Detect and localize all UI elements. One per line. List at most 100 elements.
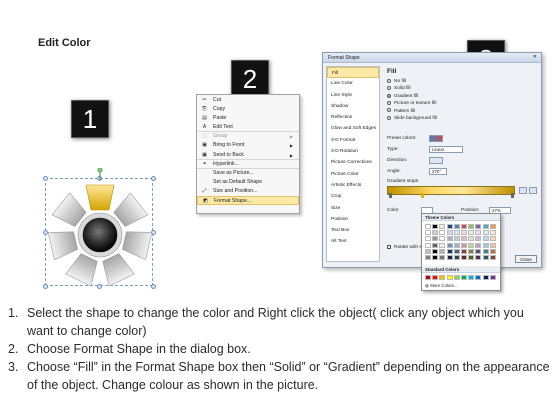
menu-item-bring-to-front[interactable]: ▣ Bring to Front ▶	[197, 141, 299, 150]
theme-color-swatch[interactable]	[453, 230, 460, 236]
category-reflection[interactable]: Reflection	[327, 112, 379, 123]
fan-shape[interactable]	[42, 168, 158, 288]
theme-color-swatch[interactable]	[432, 230, 439, 236]
theme-color-swatch[interactable]	[460, 248, 467, 254]
theme-color-swatch[interactable]	[468, 248, 475, 254]
theme-color-swatch[interactable]	[489, 236, 496, 242]
gradient-stop-handle[interactable]	[421, 193, 424, 198]
theme-color-swatch[interactable]	[446, 248, 453, 254]
theme-color-swatch[interactable]	[460, 254, 467, 260]
category-position[interactable]: Position	[327, 214, 379, 225]
no-fill-option[interactable]: No fill	[385, 78, 539, 85]
standard-color-swatch[interactable]	[475, 275, 482, 280]
theme-color-swatch[interactable]	[460, 242, 467, 248]
standard-color-swatch[interactable]	[489, 275, 496, 280]
standard-color-swatch[interactable]	[453, 275, 460, 280]
theme-color-swatch[interactable]	[475, 248, 482, 254]
theme-color-swatch[interactable]	[482, 230, 489, 236]
theme-color-swatch[interactable]	[475, 224, 482, 229]
angle-input[interactable]: 270°	[429, 168, 447, 175]
menu-item-send-to-back[interactable]: ▣ Send to Back ▶	[197, 151, 299, 160]
more-colors-link[interactable]: ◍ More Colors...	[425, 282, 458, 289]
theme-color-swatch[interactable]	[439, 230, 446, 236]
theme-color-swatch[interactable]	[425, 230, 431, 236]
theme-color-swatch[interactable]	[468, 230, 475, 236]
theme-color-swatch[interactable]	[460, 230, 467, 236]
menu-item-edit-text[interactable]: A Edit Text	[197, 123, 299, 133]
category-glow[interactable]: Glow and Soft Edges	[327, 123, 379, 134]
theme-color-swatch[interactable]	[446, 236, 453, 242]
slide-background-fill-option[interactable]: Slide background fill	[385, 115, 539, 122]
theme-color-swatch[interactable]	[475, 230, 482, 236]
category-line-color[interactable]: Line Color	[327, 78, 379, 89]
gradient-stops-bar[interactable]	[387, 186, 515, 195]
pattern-fill-option[interactable]: Pattern fill	[385, 108, 539, 115]
theme-color-swatch[interactable]	[432, 248, 439, 254]
preset-colors-dropdown[interactable]	[429, 135, 443, 142]
gradient-stop-handle[interactable]	[511, 193, 514, 198]
direction-dropdown[interactable]	[429, 157, 443, 164]
theme-color-swatch[interactable]	[453, 254, 460, 260]
theme-color-swatch[interactable]	[425, 236, 431, 242]
theme-color-swatch[interactable]	[446, 242, 453, 248]
theme-color-swatch[interactable]	[468, 242, 475, 248]
theme-color-swatch[interactable]	[439, 248, 446, 254]
theme-color-swatch[interactable]	[446, 254, 453, 260]
theme-color-swatch[interactable]	[453, 236, 460, 242]
menu-item-group[interactable]: ▢ Group ▶	[197, 132, 299, 141]
theme-color-swatch[interactable]	[439, 224, 446, 229]
category-size[interactable]: Size	[327, 203, 379, 214]
theme-color-swatch[interactable]	[482, 236, 489, 242]
category-picture-color[interactable]: Picture Color	[327, 169, 379, 180]
theme-color-swatch[interactable]	[489, 230, 496, 236]
theme-color-swatch[interactable]	[453, 242, 460, 248]
menu-item-cut[interactable]: ✂ Cut	[197, 96, 299, 105]
theme-color-swatch[interactable]	[432, 224, 439, 229]
theme-color-swatch[interactable]	[482, 248, 489, 254]
theme-color-swatch[interactable]	[453, 224, 460, 229]
category-picture-corrections[interactable]: Picture Corrections	[327, 157, 379, 168]
theme-color-swatch[interactable]	[453, 248, 460, 254]
category-fill[interactable]: Fill	[327, 67, 379, 79]
category-crop[interactable]: Crop	[327, 191, 379, 202]
theme-color-swatch[interactable]	[475, 236, 482, 242]
theme-color-swatch[interactable]	[446, 230, 453, 236]
menu-item-format-shape[interactable]: ◩ Format Shape...	[197, 196, 299, 206]
theme-color-swatch[interactable]	[489, 224, 496, 229]
category-3d-format[interactable]: 3-D Format	[327, 135, 379, 146]
menu-item-copy[interactable]: ⎘ Copy	[197, 105, 299, 114]
theme-color-swatch[interactable]	[425, 224, 431, 229]
theme-color-swatch[interactable]	[432, 236, 439, 242]
gradient-fill-option[interactable]: Gradient fill	[385, 93, 539, 100]
menu-item-set-default-shape[interactable]: Set as Default Shape	[197, 178, 299, 187]
category-alt-text[interactable]: Alt Text	[327, 236, 379, 247]
category-3d-rotation[interactable]: 3-D Rotation	[327, 146, 379, 157]
menu-item-paste[interactable]: ▤ Paste	[197, 114, 299, 123]
type-dropdown[interactable]: Linear	[429, 146, 463, 153]
category-shadow[interactable]: Shadow	[327, 101, 379, 112]
menu-item-size-and-position[interactable]: ⤢ Size and Position...	[197, 187, 299, 196]
standard-color-swatch[interactable]	[460, 275, 467, 280]
theme-color-swatch[interactable]	[482, 254, 489, 260]
theme-color-swatch[interactable]	[425, 248, 431, 254]
picture-fill-option[interactable]: Picture or texture fill	[385, 100, 539, 107]
standard-color-swatch[interactable]	[446, 275, 453, 280]
theme-color-swatch[interactable]	[460, 224, 467, 229]
theme-color-swatch[interactable]	[432, 242, 439, 248]
theme-color-swatch[interactable]	[468, 224, 475, 229]
theme-color-swatch[interactable]	[425, 254, 431, 260]
theme-color-swatch[interactable]	[446, 224, 453, 229]
theme-color-swatch[interactable]	[475, 242, 482, 248]
theme-color-swatch[interactable]	[432, 254, 439, 260]
theme-color-swatch[interactable]	[468, 254, 475, 260]
standard-color-swatch[interactable]	[425, 275, 431, 280]
theme-color-swatch[interactable]	[439, 242, 446, 248]
close-icon[interactable]: ✕	[533, 54, 537, 60]
menu-item-save-as-picture[interactable]: Save as Picture...	[197, 169, 299, 178]
standard-color-swatch[interactable]	[439, 275, 446, 280]
theme-color-swatch[interactable]	[439, 236, 446, 242]
theme-color-swatch[interactable]	[489, 254, 496, 260]
add-stop-button[interactable]	[519, 187, 527, 194]
theme-color-swatch[interactable]	[425, 242, 431, 248]
gradient-stop-handle[interactable]	[389, 193, 392, 198]
